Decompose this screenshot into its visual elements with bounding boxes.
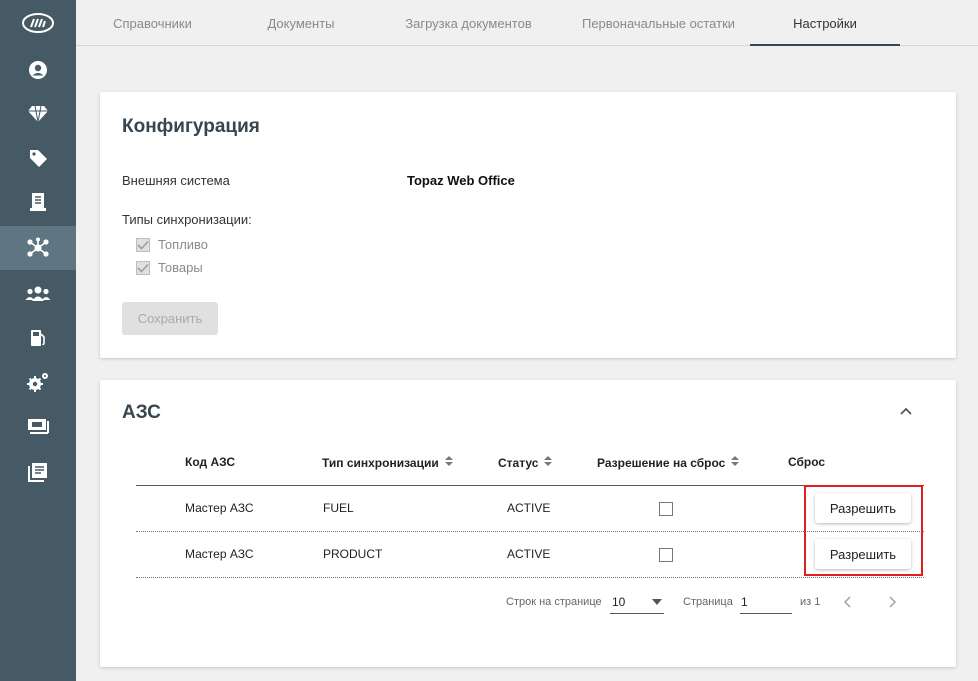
row2-sync-type: PRODUCT — [323, 547, 383, 561]
products-checkbox[interactable] — [136, 260, 150, 275]
chevron-up-icon[interactable] — [898, 404, 914, 420]
configuration-title: Конфигурация — [122, 116, 260, 137]
rows-per-page-value: 10 — [612, 595, 626, 609]
logo-icon[interactable] — [0, 0, 76, 46]
column-header-reset: Сброс — [788, 455, 826, 469]
row1-sync-type: FUEL — [323, 501, 354, 515]
row1-code: Мастер АЗС — [185, 501, 254, 515]
row2-code: Мастер АЗС — [185, 547, 254, 561]
tab-document-upload[interactable]: Загрузка документов — [386, 0, 551, 46]
top-navigation: Справочники Документы Загрузка документо… — [76, 0, 978, 46]
active-tab-indicator — [750, 44, 900, 46]
sync-types-label: Типы синхронизации: — [122, 212, 252, 227]
gears-icon[interactable] — [0, 360, 76, 404]
tag-icon[interactable] — [0, 136, 76, 180]
rows-per-page-select[interactable]: 10 — [610, 592, 664, 614]
row1-reset-permission-checkbox[interactable] — [659, 502, 673, 516]
page-of-label: из 1 — [800, 596, 821, 608]
row1-status: ACTIVE — [507, 501, 551, 515]
azs-title: АЗС — [122, 402, 161, 423]
chevron-right-icon[interactable] — [884, 594, 900, 610]
save-button[interactable]: Сохранить — [122, 302, 218, 335]
sync-type-fuel[interactable]: Топливо — [136, 237, 208, 252]
sort-icon[interactable] — [730, 455, 740, 470]
sort-icon[interactable] — [444, 455, 454, 470]
sidebar — [0, 0, 76, 681]
page-label: Страница — [683, 596, 733, 608]
external-system-label: Внешняя система — [122, 173, 230, 188]
sync-type-products[interactable]: Товары — [136, 260, 203, 275]
external-system-value: Topaz Web Office — [407, 173, 515, 188]
book-icon[interactable] — [0, 450, 76, 494]
diamond-icon[interactable] — [0, 92, 76, 136]
network-icon[interactable] — [0, 226, 76, 270]
column-header-sync-type[interactable]: Тип синхронизации — [322, 455, 454, 470]
chevron-left-icon[interactable] — [840, 594, 856, 610]
tab-initial-balances[interactable]: Первоначальные остатки — [566, 0, 751, 46]
column-header-reset-permission[interactable]: Разрешение на сброс — [597, 455, 740, 470]
dropdown-arrow-icon — [652, 599, 662, 605]
azs-card: АЗС Код АЗС Тип синхронизации Статус Раз… — [100, 380, 956, 667]
user-icon[interactable] — [0, 48, 76, 92]
products-label: Товары — [158, 260, 203, 275]
row2-status: ACTIVE — [507, 547, 551, 561]
tab-documents[interactable]: Документы — [246, 0, 356, 46]
document-icon[interactable] — [0, 180, 76, 224]
reset-column-highlight — [804, 485, 923, 576]
row-divider — [136, 577, 924, 578]
page-input[interactable]: 1 — [740, 592, 792, 614]
money-icon[interactable] — [0, 404, 76, 448]
users-group-icon[interactable] — [0, 272, 76, 316]
tab-settings[interactable]: Настройки — [750, 0, 900, 46]
tab-references[interactable]: Справочники — [90, 0, 215, 46]
sort-icon[interactable] — [543, 455, 553, 470]
row2-reset-permission-checkbox[interactable] — [659, 548, 673, 562]
fuel-label: Топливо — [158, 237, 209, 252]
column-header-status[interactable]: Статус — [498, 455, 553, 470]
configuration-card: Конфигурация Внешняя система Topaz Web O… — [100, 92, 956, 358]
rows-per-page-label: Строк на странице — [506, 596, 602, 608]
fuel-checkbox[interactable] — [136, 237, 150, 252]
page-value: 1 — [741, 595, 748, 609]
fuel-station-icon[interactable] — [0, 316, 76, 360]
column-header-code: Код АЗС — [185, 455, 235, 469]
